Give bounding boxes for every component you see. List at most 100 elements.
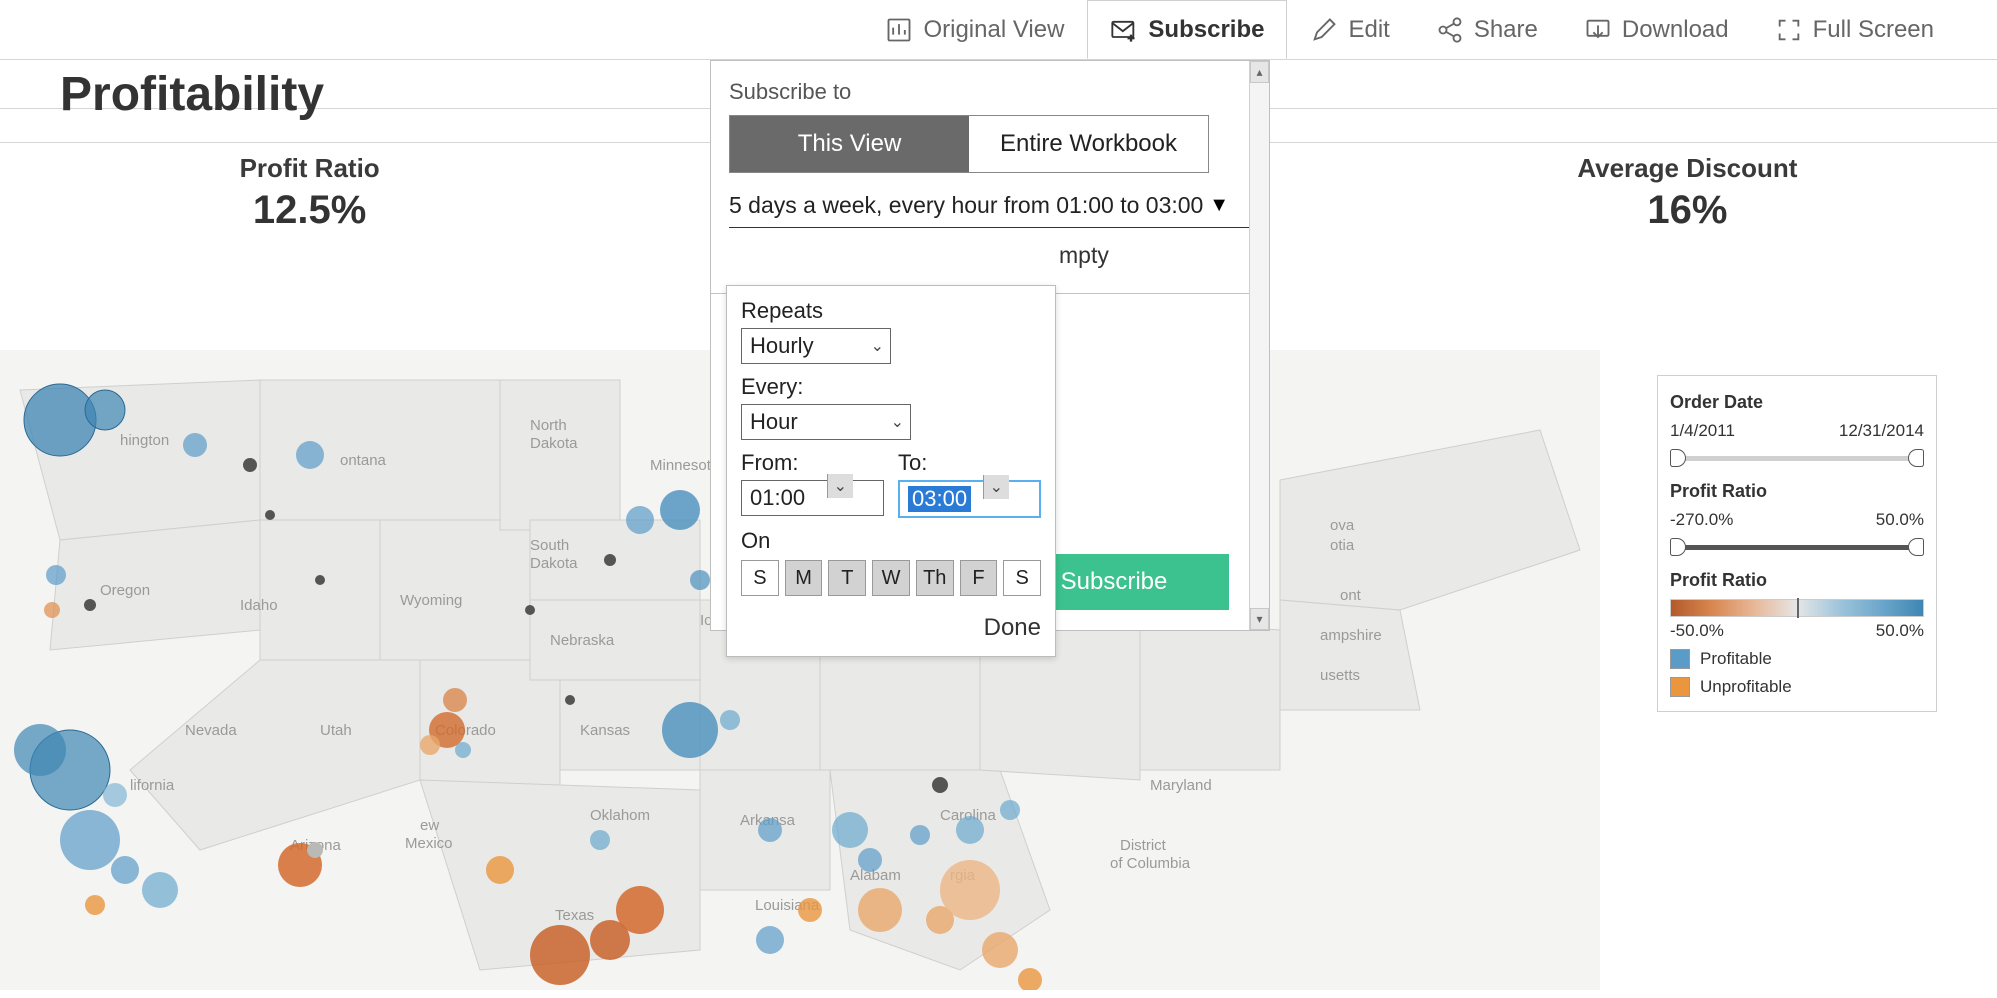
every-label: Every: xyxy=(741,374,1041,400)
subscribe-button[interactable]: Subscribe xyxy=(1087,0,1287,59)
profit-ratio-title: Profit Ratio xyxy=(1670,481,1924,502)
download-icon xyxy=(1584,16,1612,44)
days-picker: S M T W Th F S xyxy=(741,560,1041,596)
chevron-down-icon: ⌄ xyxy=(983,475,1009,499)
kpi-value: 16% xyxy=(1458,188,1917,233)
day-mon[interactable]: M xyxy=(785,560,823,596)
svg-text:Texas: Texas xyxy=(555,907,594,924)
fullscreen-label: Full Screen xyxy=(1813,16,1934,44)
day-sat[interactable]: S xyxy=(1003,560,1041,596)
svg-text:Nebraska: Nebraska xyxy=(550,632,615,649)
chevron-down-icon: ⌄ xyxy=(871,336,884,356)
day-thu[interactable]: Th xyxy=(916,560,954,596)
from-select[interactable]: 01:00⌄ xyxy=(741,480,884,516)
subscribe-to-label: Subscribe to xyxy=(729,79,1251,105)
kpi-avg-discount: Average Discount 16% xyxy=(1458,153,1917,233)
original-view-label: Original View xyxy=(923,16,1064,44)
popup-scrollbar[interactable]: ▴ ▾ xyxy=(1249,61,1269,630)
map-label: hington xyxy=(120,432,169,449)
order-date-max: 12/31/2014 xyxy=(1839,421,1924,441)
svg-text:Kansas: Kansas xyxy=(580,722,630,739)
download-button[interactable]: Download xyxy=(1561,0,1752,59)
kpi-label: Average Discount xyxy=(1458,153,1917,184)
gradient-min: -50.0% xyxy=(1670,621,1724,641)
share-label: Share xyxy=(1474,16,1538,44)
day-tue[interactable]: T xyxy=(828,560,866,596)
svg-text:Dakota: Dakota xyxy=(530,435,578,452)
svg-text:North: North xyxy=(530,417,567,434)
order-date-slider[interactable] xyxy=(1670,449,1924,467)
subscribe-label: Subscribe xyxy=(1148,16,1264,44)
svg-text:South: South xyxy=(530,537,569,554)
to-select[interactable]: 03:00⌄ xyxy=(898,480,1041,518)
order-date-title: Order Date xyxy=(1670,392,1924,413)
svg-text:District: District xyxy=(1120,837,1167,854)
every-select[interactable]: Hour⌄ xyxy=(741,404,911,440)
swatch-orange xyxy=(1670,677,1690,697)
color-gradient xyxy=(1670,599,1924,617)
svg-text:ont: ont xyxy=(1340,587,1362,604)
svg-text:Maryland: Maryland xyxy=(1150,777,1212,794)
svg-text:Wyoming: Wyoming xyxy=(400,592,462,609)
svg-text:usetts: usetts xyxy=(1320,667,1360,684)
svg-text:Dakota: Dakota xyxy=(530,555,578,572)
day-fri[interactable]: F xyxy=(960,560,998,596)
fullscreen-button[interactable]: Full Screen xyxy=(1752,0,1957,59)
chevron-down-icon: ⌄ xyxy=(891,412,904,432)
kpi-label: Profit Ratio xyxy=(80,153,539,184)
day-sun[interactable]: S xyxy=(741,560,779,596)
svg-text:of Columbia: of Columbia xyxy=(1110,855,1191,872)
seg-this-view[interactable]: This View xyxy=(730,116,969,172)
profit-ratio-max: 50.0% xyxy=(1876,510,1924,530)
kpi-profit-ratio: Profit Ratio 12.5% xyxy=(80,153,539,233)
scroll-down-icon[interactable]: ▾ xyxy=(1250,608,1269,630)
swatch-blue xyxy=(1670,649,1690,669)
subscribe-scope-segment: This View Entire Workbook xyxy=(729,115,1209,173)
bar-chart-icon xyxy=(885,16,913,44)
svg-text:ampshire: ampshire xyxy=(1320,627,1382,644)
from-label: From: xyxy=(741,450,884,476)
on-label: On xyxy=(741,528,1041,554)
repeats-select[interactable]: Hourly⌄ xyxy=(741,328,891,364)
schedule-dropdown[interactable]: 5 days a week, every hour from 01:00 to … xyxy=(729,191,1251,228)
repeats-label: Repeats xyxy=(741,298,1041,324)
svg-text:otia: otia xyxy=(1330,537,1355,554)
seg-entire-workbook[interactable]: Entire Workbook xyxy=(969,116,1208,172)
svg-text:Mexico: Mexico xyxy=(405,835,453,852)
original-view-button[interactable]: Original View xyxy=(862,0,1087,59)
day-wed[interactable]: W xyxy=(872,560,910,596)
svg-text:Utah: Utah xyxy=(320,722,352,739)
chevron-down-icon: ⌄ xyxy=(827,474,853,498)
legend-profitable: Profitable xyxy=(1670,649,1924,669)
share-button[interactable]: Share xyxy=(1413,0,1561,59)
kpi-value: 12.5% xyxy=(80,188,539,233)
svg-text:lifornia: lifornia xyxy=(130,777,175,794)
schedule-summary: 5 days a week, every hour from 01:00 to … xyxy=(729,191,1209,221)
download-label: Download xyxy=(1622,16,1729,44)
pencil-icon xyxy=(1310,16,1338,44)
edit-label: Edit xyxy=(1348,16,1389,44)
share-icon xyxy=(1436,16,1464,44)
svg-text:Oklahom: Oklahom xyxy=(590,807,650,824)
order-date-min: 1/4/2011 xyxy=(1670,421,1735,441)
svg-text:ova: ova xyxy=(1330,517,1355,534)
to-label: To: xyxy=(898,450,1041,476)
svg-text:ew: ew xyxy=(420,817,439,834)
profit-ratio-min: -270.0% xyxy=(1670,510,1733,530)
gradient-title: Profit Ratio xyxy=(1670,570,1924,591)
profit-ratio-slider[interactable] xyxy=(1670,538,1924,556)
legend-panel: Order Date 1/4/2011 12/31/2014 Profit Ra… xyxy=(1657,375,1937,712)
caret-down-icon: ▼ xyxy=(1209,194,1229,217)
fullscreen-icon xyxy=(1775,16,1803,44)
edit-button[interactable]: Edit xyxy=(1287,0,1412,59)
legend-unprofitable: Unprofitable xyxy=(1670,677,1924,697)
svg-text:Nevada: Nevada xyxy=(185,722,237,739)
scroll-up-icon[interactable]: ▴ xyxy=(1250,61,1269,83)
done-button[interactable]: Done xyxy=(741,614,1041,642)
gradient-max: 50.0% xyxy=(1876,621,1924,641)
svg-text:Idaho: Idaho xyxy=(240,597,278,614)
svg-text:Minnesot: Minnesot xyxy=(650,457,712,474)
mail-plus-icon xyxy=(1110,16,1138,44)
map-label: ontana xyxy=(340,452,387,469)
svg-text:Oregon: Oregon xyxy=(100,582,150,599)
